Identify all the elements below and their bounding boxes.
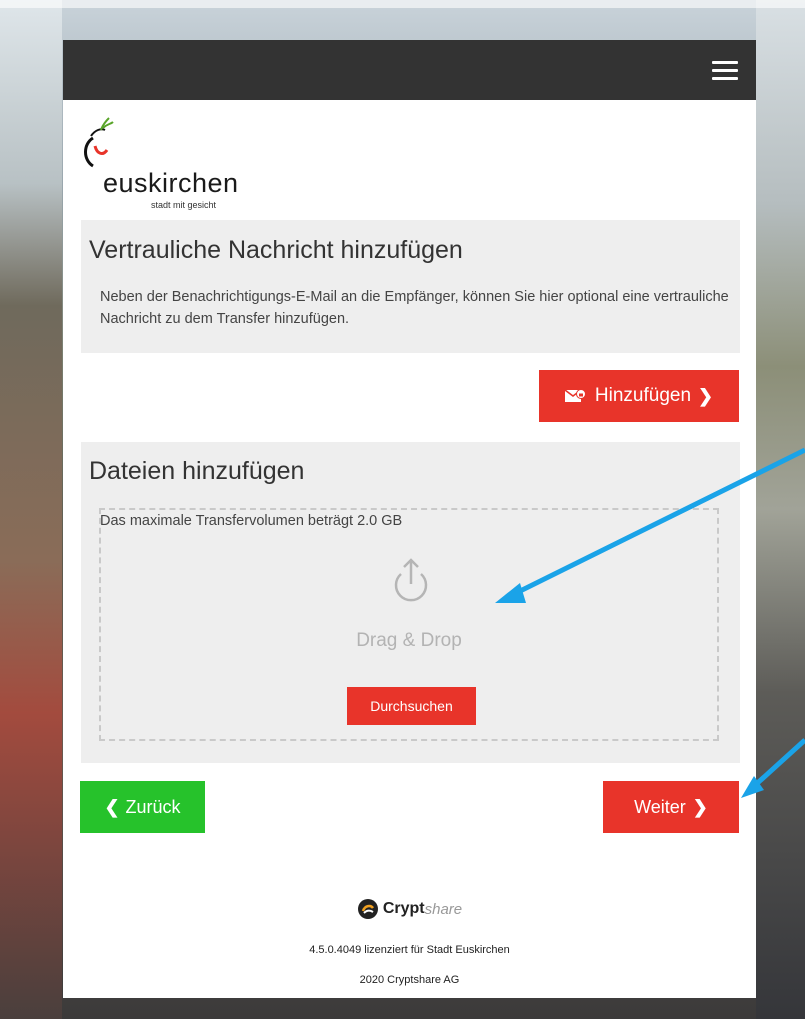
- next-label: Weiter: [634, 796, 686, 817]
- next-button[interactable]: Weiter ❯: [603, 781, 739, 833]
- background-photo-right: [756, 0, 805, 1019]
- background-photo-left: [0, 0, 62, 1019]
- cryptshare-logo: Crypt share: [63, 898, 756, 920]
- chevron-left-icon: ❮: [104, 796, 120, 817]
- chevron-right-icon: ❯: [692, 796, 708, 817]
- cryptshare-brand-italic: share: [424, 900, 463, 918]
- cryptshare-brand-bold: Crypt: [382, 900, 425, 917]
- add-message-label: Hinzufügen: [594, 385, 692, 406]
- files-title: Dateien hinzufügen: [89, 457, 305, 485]
- logo-wordmark: euskirchen: [103, 168, 239, 198]
- copyright-text: 2020 Cryptshare AG: [359, 974, 460, 986]
- main-card: euskirchen stadt mit gesicht Vertraulich…: [63, 40, 756, 998]
- logo-face-icon: [84, 117, 114, 168]
- euskirchen-logo: euskirchen stadt mit gesicht: [81, 116, 281, 210]
- message-description: Neben der Benachrichtigungs-E-Mail an di…: [100, 289, 729, 327]
- background-sky: [0, 0, 805, 8]
- hamburger-icon[interactable]: [712, 61, 738, 81]
- message-title: Vertrauliche Nachricht hinzufügen: [89, 236, 463, 264]
- upload-icon: [394, 558, 428, 602]
- message-panel: Vertrauliche Nachricht hinzufügen Neben …: [81, 220, 740, 353]
- file-dropzone[interactable]: Drag & Drop Durchsuchen: [99, 508, 719, 741]
- files-panel: Dateien hinzufügen Das maximale Transfer…: [81, 442, 740, 763]
- mail-lock-icon: [564, 389, 586, 402]
- version-text: 4.5.0.4049 lizenziert für Stadt Euskirch…: [309, 944, 510, 956]
- logo-tagline: stadt mit gesicht: [151, 200, 217, 210]
- add-message-button[interactable]: Hinzufügen ❯: [539, 370, 739, 422]
- back-label: Zurück: [125, 796, 181, 817]
- back-button[interactable]: ❮ Zurück: [80, 781, 205, 833]
- chevron-right-icon: ❯: [698, 385, 714, 406]
- top-navbar: [63, 40, 756, 100]
- browse-button[interactable]: Durchsuchen: [347, 687, 476, 725]
- cryptshare-icon: [357, 899, 378, 919]
- drag-drop-text: Drag & Drop: [356, 630, 462, 651]
